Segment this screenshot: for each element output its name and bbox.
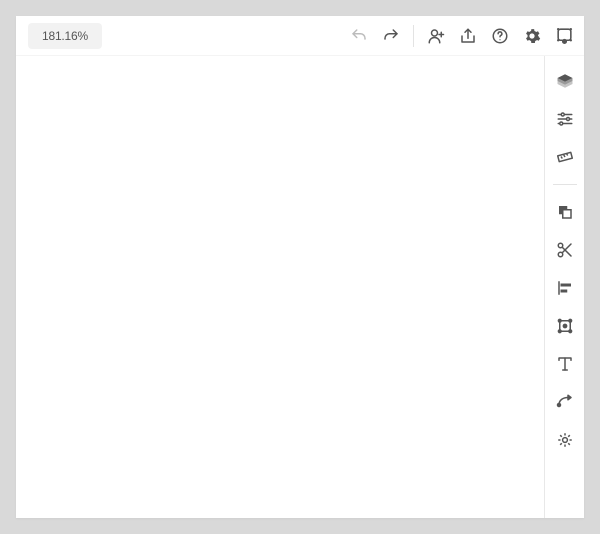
help-button[interactable] — [486, 22, 514, 50]
toolbar-right-group — [345, 22, 578, 50]
adjust-button[interactable] — [550, 104, 580, 134]
add-user-icon — [427, 27, 445, 45]
gear-icon — [523, 27, 541, 45]
undo-button[interactable] — [345, 22, 373, 50]
main-area — [16, 56, 584, 518]
top-toolbar: 181.16% — [16, 16, 584, 56]
layers-button[interactable] — [550, 66, 580, 96]
shapes-button[interactable] — [550, 197, 580, 227]
share-icon — [459, 27, 477, 45]
pen-button[interactable] — [550, 387, 580, 417]
separator — [413, 25, 414, 47]
scissors-icon — [556, 241, 574, 259]
pen-icon — [556, 393, 574, 411]
align-left-icon — [556, 279, 574, 297]
zoom-level[interactable]: 181.16% — [28, 23, 102, 49]
ruler-icon — [556, 148, 574, 166]
settings-button[interactable] — [518, 22, 546, 50]
align-button[interactable] — [550, 273, 580, 303]
text-button[interactable] — [550, 349, 580, 379]
layers-icon — [556, 72, 574, 90]
plugins-button[interactable] — [550, 425, 580, 455]
frame-icon — [556, 317, 574, 335]
add-user-button[interactable] — [422, 22, 450, 50]
ruler-button[interactable] — [550, 142, 580, 172]
cog-icon — [556, 431, 574, 449]
share-button[interactable] — [454, 22, 482, 50]
undo-icon — [350, 27, 368, 45]
redo-button[interactable] — [377, 22, 405, 50]
right-rail — [544, 56, 584, 518]
help-icon — [491, 27, 509, 45]
redo-icon — [382, 27, 400, 45]
text-icon — [556, 355, 574, 373]
sliders-icon — [556, 110, 574, 128]
frame-button[interactable] — [550, 311, 580, 341]
workspace: 181.16% — [16, 16, 584, 518]
preview-icon — [555, 26, 574, 45]
cut-button[interactable] — [550, 235, 580, 265]
rail-separator — [553, 184, 577, 185]
preview-button[interactable] — [550, 22, 578, 50]
shapes-icon — [556, 203, 574, 221]
canvas[interactable] — [16, 58, 544, 518]
